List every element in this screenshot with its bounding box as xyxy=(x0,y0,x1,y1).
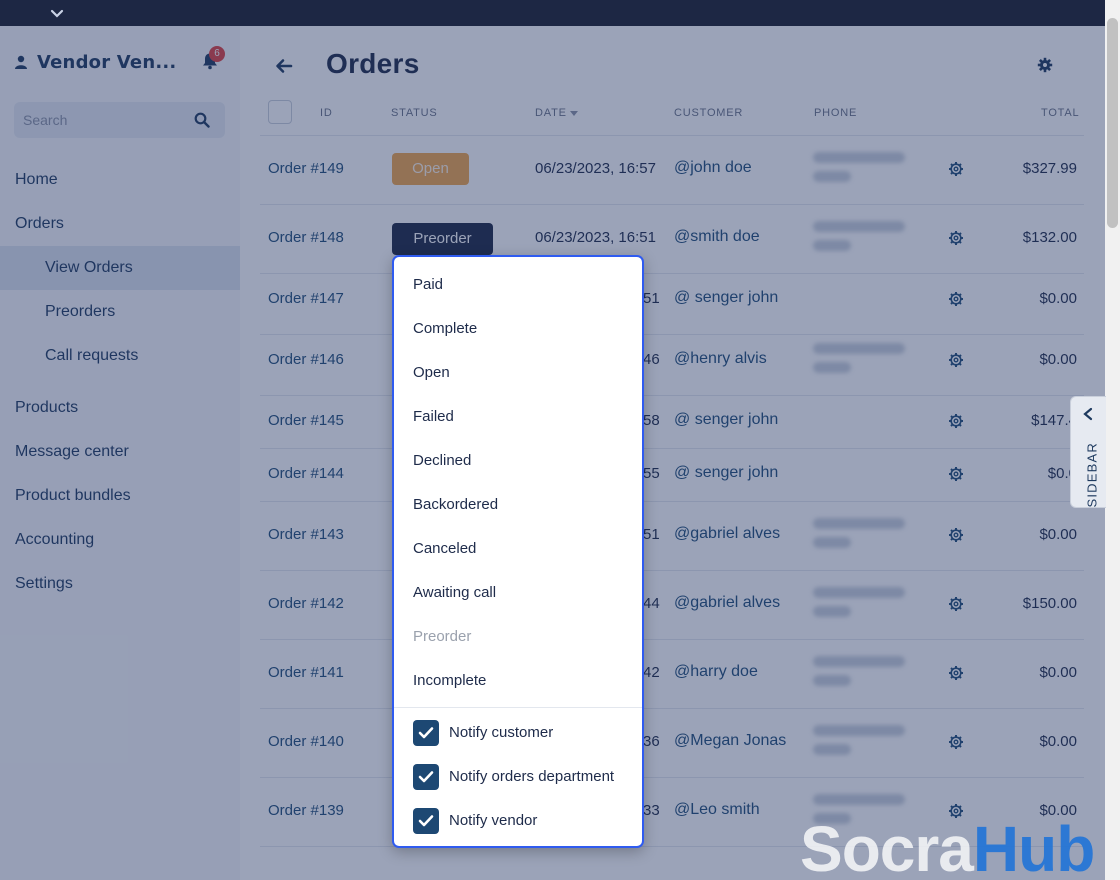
notify-customer-checkbox[interactable] xyxy=(413,720,439,746)
chevron-down-icon[interactable] xyxy=(50,6,64,20)
scrollbar-thumb[interactable] xyxy=(1107,18,1118,228)
notify-customer-label[interactable]: Notify customer xyxy=(449,723,553,743)
checkmark-icon xyxy=(418,771,434,783)
status-option-canceled[interactable]: Canceled xyxy=(413,539,476,559)
notify-orders-department-label[interactable]: Notify orders department xyxy=(449,767,614,787)
status-option-backordered[interactable]: Backordered xyxy=(413,495,498,515)
sidebar-tab-label: SIDEBAR xyxy=(1084,442,1100,508)
status-option-preorder: Preorder xyxy=(413,628,472,645)
watermark-part-a: Socra xyxy=(800,813,974,880)
notify-vendor-checkbox[interactable] xyxy=(413,808,439,834)
status-dropdown-menu: Paid Complete Open Failed Declined Backordere… xyxy=(392,255,644,848)
dropdown-divider xyxy=(394,707,642,708)
status-option-complete[interactable]: Complete xyxy=(413,319,477,339)
watermark-part-b: Hub xyxy=(972,813,1095,880)
status-option-failed[interactable]: Failed xyxy=(413,407,454,427)
top-bar xyxy=(0,0,1120,26)
notify-orders-department-checkbox[interactable] xyxy=(413,764,439,790)
status-option-open[interactable]: Open xyxy=(413,363,450,383)
notify-vendor-label[interactable]: Notify vendor xyxy=(449,811,537,831)
status-option-paid[interactable]: Paid xyxy=(413,275,443,295)
status-option-awaiting-call[interactable]: Awaiting call xyxy=(413,583,496,603)
watermark-logo: SocraHub xyxy=(800,812,1095,880)
checkmark-icon xyxy=(418,727,434,739)
chevron-left-icon xyxy=(1083,407,1093,421)
sidebar-toggle-tab[interactable]: SIDEBAR xyxy=(1070,396,1106,508)
status-option-incomplete[interactable]: Incomplete xyxy=(413,671,486,691)
status-option-declined[interactable]: Declined xyxy=(413,451,471,471)
checkmark-icon xyxy=(418,815,434,827)
